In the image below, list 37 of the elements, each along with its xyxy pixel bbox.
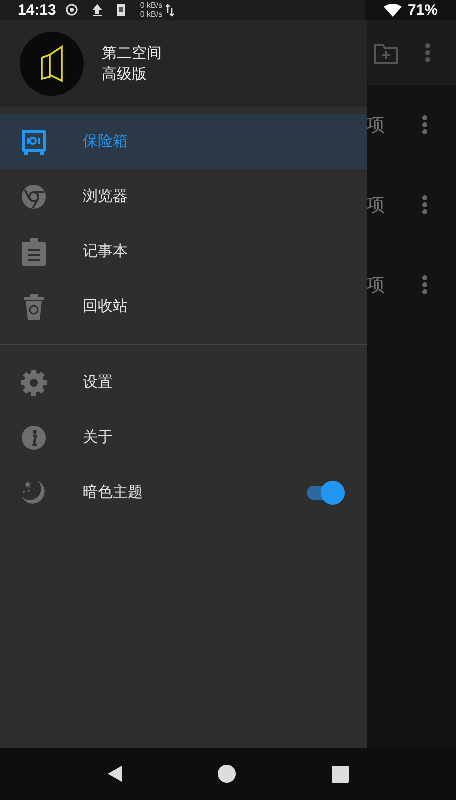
more-icon[interactable] [422,115,428,135]
app-logo [20,32,84,96]
app-edition: 高级版 [102,66,148,82]
wifi-icon [384,4,402,16]
drawer-menu-item[interactable]: 回收站 [0,279,367,334]
dark-theme-switch[interactable] [305,480,345,504]
battery-percentage: 71% [408,2,438,18]
more-icon[interactable] [422,275,428,295]
info-icon [21,424,47,450]
recents-icon[interactable] [332,766,349,782]
item-text: 项 [367,276,385,294]
recycle-bin-icon [23,294,45,320]
clock-time: 14:13 [18,2,56,18]
moon-icon [20,478,48,506]
network-speed: 0 kB/s [140,1,163,10]
clipboard-icon [21,238,47,266]
drawer-menu-item[interactable]: 浏览器 [0,169,367,224]
home-icon[interactable] [217,764,238,784]
drawer-menu-item[interactable]: 关于 [0,410,367,465]
network-speed: 0 kB/s [140,10,163,19]
drawer-menu-item[interactable]: 暗色主题 [0,465,367,520]
item-text: 项 [367,196,385,214]
drawer-menu-item[interactable]: 设置 [0,355,367,410]
item-text: 项 [367,116,385,134]
drawer-menu-item[interactable]: 保险箱 [0,114,367,169]
settings-icon [20,368,48,396]
sim-card-icon [117,4,126,16]
app-name: 第二空间 [102,46,162,60]
transfer-arrows-icon [166,4,174,16]
more-icon[interactable] [422,195,428,215]
upload-icon [92,4,104,16]
safe-icon [21,128,47,154]
back-icon[interactable] [107,765,124,783]
drawer-menu-item[interactable]: 记事本 [0,224,367,279]
browser-icon [21,184,47,210]
more-icon[interactable] [425,42,431,62]
target-icon [66,4,78,16]
